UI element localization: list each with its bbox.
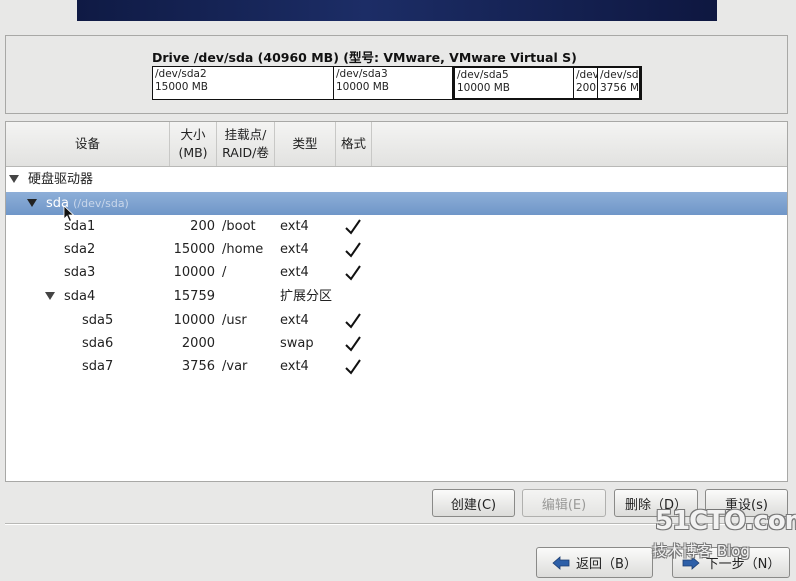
- format-check-icon[interactable]: [344, 264, 362, 282]
- partition-segment-sda6[interactable]: /dev/sda6 200: [574, 67, 598, 99]
- device-cell: sda5: [82, 313, 114, 328]
- table-row[interactable]: sda2 15000 /home ext4: [6, 238, 787, 261]
- divider: [5, 523, 788, 525]
- disk-label-cell: sda (/dev/sda): [46, 192, 129, 215]
- tree-header: 设备 大小 (MB) 挂载点/ RAID/卷 类型 格式: [6, 122, 787, 167]
- size-cell: 15759: [173, 289, 215, 304]
- device-cell: sda2: [64, 242, 96, 257]
- column-header-type[interactable]: 类型: [275, 122, 336, 166]
- arrow-left-icon: [552, 555, 570, 570]
- expander-open-icon[interactable]: [9, 175, 19, 183]
- partition-tree[interactable]: 设备 大小 (MB) 挂载点/ RAID/卷 类型 格式 硬盘驱动器 sda (…: [5, 121, 788, 482]
- table-row[interactable]: sda5 10000 /usr ext4: [6, 309, 787, 332]
- expander-open-icon[interactable]: [45, 292, 55, 300]
- column-header-mount[interactable]: 挂载点/ RAID/卷: [217, 122, 275, 166]
- mount-cell: /boot: [222, 219, 256, 234]
- device-cell: sda3: [64, 265, 96, 280]
- size-cell: 15000: [173, 242, 215, 257]
- mouse-cursor-icon: [63, 205, 75, 223]
- segment-size: 15000 MB: [155, 81, 209, 93]
- segment-name: /dev/sda3: [336, 68, 388, 80]
- size-cell: 10000: [173, 265, 215, 280]
- format-check-icon[interactable]: [344, 241, 362, 259]
- edit-button[interactable]: 编辑(E): [522, 489, 606, 517]
- tree-row-sda[interactable]: sda (/dev/sda): [6, 192, 787, 215]
- column-header-size[interactable]: 大小 (MB): [170, 122, 217, 166]
- table-row[interactable]: sda3 10000 / ext4: [6, 261, 787, 284]
- segment-size: 200: [576, 82, 597, 94]
- type-cell: ext4: [280, 265, 309, 280]
- tree-root-label: 硬盘驱动器: [28, 172, 94, 187]
- size-cell: 200: [190, 219, 215, 234]
- type-cell: 扩展分区: [280, 289, 333, 304]
- segment-name: /dev/sda2: [155, 68, 207, 80]
- table-row[interactable]: sda4 15759 扩展分区: [6, 285, 787, 308]
- table-row[interactable]: sda7 3756 /var ext4: [6, 355, 787, 378]
- segment-size: 3756 MB: [600, 82, 639, 94]
- format-check-icon[interactable]: [344, 312, 362, 330]
- next-button-label: 下一步（N）: [705, 557, 781, 572]
- type-cell: ext4: [280, 242, 309, 257]
- back-button[interactable]: 返回（B）: [536, 547, 653, 578]
- device-cell: sda6: [82, 336, 114, 351]
- segment-size: 10000 MB: [336, 81, 390, 93]
- extended-partition-segment: /dev/sda5 10000 MB /dev/sda6 200 /dev/sd…: [453, 67, 641, 99]
- size-cell: 3756: [181, 359, 215, 374]
- reset-button[interactable]: 重设(s): [705, 489, 788, 517]
- size-cell: 2000: [181, 336, 215, 351]
- type-cell: ext4: [280, 219, 309, 234]
- table-row[interactable]: sda1 200 /boot ext4: [6, 215, 787, 238]
- mount-cell: /: [222, 265, 227, 280]
- segment-size: 10000 MB: [457, 82, 511, 94]
- segment-name: /dev/sda7: [600, 69, 639, 81]
- table-row[interactable]: sda6 2000 swap: [6, 332, 787, 355]
- create-button[interactable]: 创建(C): [432, 489, 515, 517]
- format-check-icon[interactable]: [344, 218, 362, 236]
- column-header-device[interactable]: 设备: [6, 122, 170, 166]
- type-cell: ext4: [280, 359, 309, 374]
- partition-segment-sda5[interactable]: /dev/sda5 10000 MB: [455, 67, 574, 99]
- back-button-label: 返回（B）: [576, 557, 637, 572]
- partition-segment-sda7[interactable]: /dev/sda7 3756 MB: [598, 67, 639, 99]
- format-check-icon[interactable]: [344, 335, 362, 353]
- next-button[interactable]: 下一步（N）: [672, 547, 790, 578]
- drive-partition-map: /dev/sda2 15000 MB /dev/sda3 10000 MB /d…: [152, 66, 642, 100]
- expander-open-icon[interactable]: [27, 199, 37, 207]
- segment-name: /dev/sda5: [457, 69, 509, 81]
- mount-cell: /home: [222, 242, 264, 257]
- drive-title: Drive /dev/sda (40960 MB) (型号: VMware, V…: [152, 50, 577, 65]
- column-header-format[interactable]: 格式: [336, 122, 372, 166]
- device-cell: sda4: [64, 289, 96, 304]
- disk-path: (/dev/sda): [73, 197, 129, 210]
- mount-cell: /usr: [222, 313, 247, 328]
- delete-button[interactable]: 删除（D）: [614, 489, 698, 517]
- type-cell: ext4: [280, 313, 309, 328]
- type-cell: swap: [280, 336, 314, 351]
- partition-segment-sda3[interactable]: /dev/sda3 10000 MB: [334, 67, 453, 99]
- top-banner: [77, 0, 717, 21]
- tree-row-hard-drives[interactable]: 硬盘驱动器: [6, 168, 787, 191]
- device-cell: sda7: [82, 359, 114, 374]
- partition-segment-sda2[interactable]: /dev/sda2 15000 MB: [153, 67, 334, 99]
- drive-map-panel: Drive /dev/sda (40960 MB) (型号: VMware, V…: [5, 35, 788, 114]
- mount-cell: /var: [222, 359, 248, 374]
- segment-name: /dev/sda6: [576, 69, 598, 81]
- arrow-right-icon: [682, 555, 700, 570]
- size-cell: 10000: [173, 313, 215, 328]
- format-check-icon[interactable]: [344, 358, 362, 376]
